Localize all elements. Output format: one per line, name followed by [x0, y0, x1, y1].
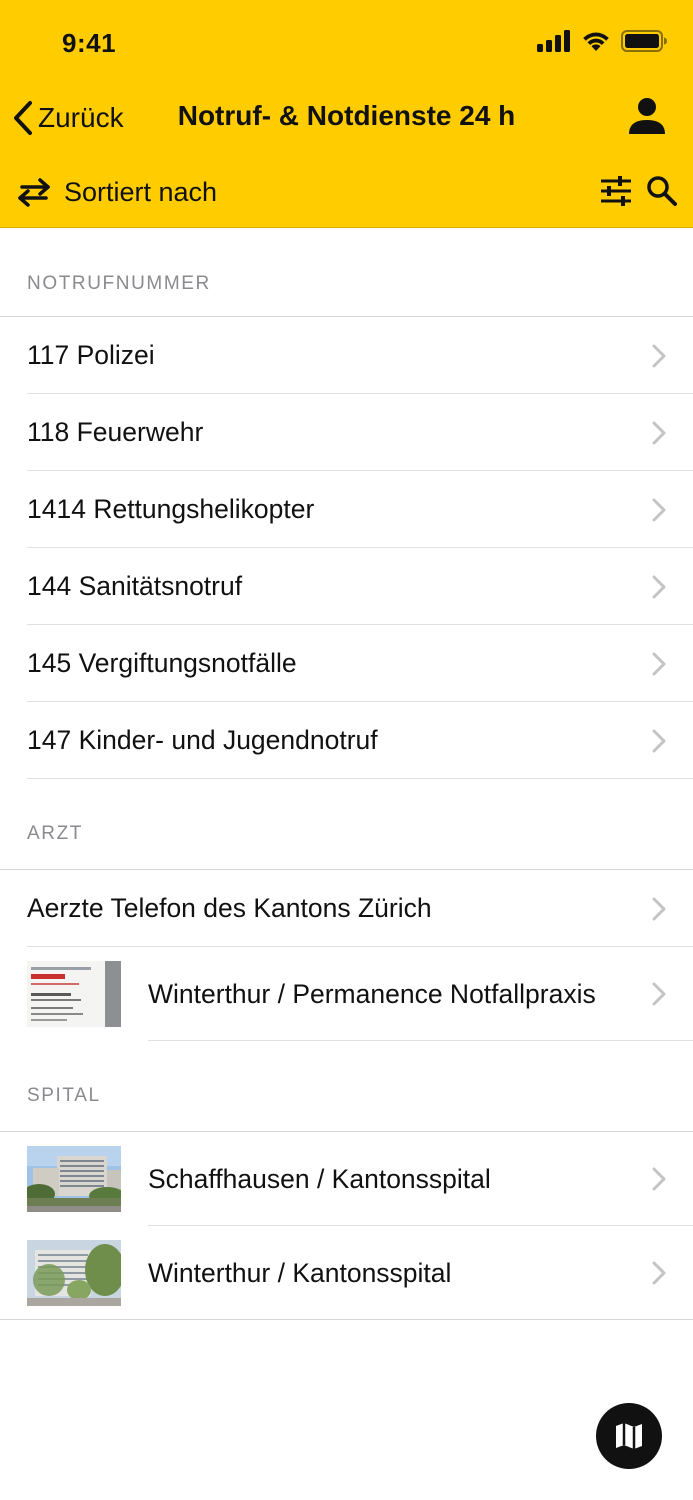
chevron-right-icon	[652, 652, 666, 675]
divider	[0, 1319, 693, 1320]
list-item-label: 145 Vergiftungsnotfälle	[27, 648, 297, 678]
map-button[interactable]	[596, 1403, 662, 1469]
map-icon	[616, 1423, 642, 1449]
list-item-aerzte-telefon[interactable]: Aerzte Telefon des Kantons Zürich	[0, 870, 693, 947]
header: 9:41 Zurück Notruf- & Notdienste 24 h So…	[0, 0, 693, 228]
list-item-winterthur-kantonsspital[interactable]: Winterthur / Kantonsspital	[0, 1226, 693, 1320]
wifi-icon	[583, 32, 609, 51]
search-button[interactable]	[645, 174, 679, 208]
thumbnail-schaffhausen	[27, 1146, 121, 1212]
back-chevron-icon	[14, 101, 32, 135]
list-item-label: 118 Feuerwehr	[27, 417, 204, 447]
chevron-right-icon	[652, 421, 666, 444]
divider	[148, 1040, 693, 1041]
swap-arrows-icon	[18, 178, 50, 207]
section-header-arzt: ARZT	[0, 779, 693, 870]
list-item-label: 144 Sanitätsnotruf	[27, 571, 243, 601]
person-icon	[629, 98, 665, 134]
chevron-right-icon	[652, 1261, 666, 1285]
list-item-118[interactable]: 118 Feuerwehr	[0, 394, 693, 471]
service-list: NOTRUFNUMMER 117 Polizei 118 Feuerwehr 1…	[0, 229, 693, 1320]
back-button[interactable]: Zurück	[12, 96, 124, 140]
sort-bar: Sortiert nach	[0, 166, 693, 218]
list-item-144[interactable]: 144 Sanitätsnotruf	[0, 548, 693, 625]
chevron-right-icon	[652, 729, 666, 752]
signal-icon	[537, 30, 570, 52]
profile-button[interactable]	[627, 96, 667, 140]
list-item-1414[interactable]: 1414 Rettungshelikopter	[0, 471, 693, 548]
list-item-label: Aerzte Telefon des Kantons Zürich	[27, 893, 432, 923]
list-item-117[interactable]: 117 Polizei	[0, 317, 693, 394]
list-item-permanence-notfallpraxis[interactable]: Winterthur / Permanence Notfallpraxis	[0, 947, 693, 1041]
chevron-right-icon	[652, 498, 666, 521]
back-label: Zurück	[38, 102, 124, 133]
thumbnail-winterthur	[27, 1240, 121, 1306]
list-item-label: 147 Kinder- und Jugendnotruf	[27, 725, 378, 755]
sort-button[interactable]: Sortiert nach	[16, 168, 217, 216]
battery-icon	[621, 30, 667, 52]
chevron-right-icon	[652, 1167, 666, 1191]
thumbnail-notfallpraxis	[27, 961, 121, 1027]
chevron-right-icon	[652, 575, 666, 598]
chevron-right-icon	[652, 897, 666, 920]
section-header-spital: SPITAL	[0, 1041, 693, 1132]
list-item-145[interactable]: 145 Vergiftungsnotfälle	[0, 625, 693, 702]
page-title: Notruf- & Notdienste 24 h	[177, 100, 516, 131]
divider	[27, 778, 693, 779]
section-header-notrufnummer: NOTRUFNUMMER	[0, 229, 693, 317]
filter-button[interactable]	[599, 174, 633, 208]
chevron-right-icon	[652, 344, 666, 367]
list-item-schaffhausen-kantonsspital[interactable]: Schaffhausen / Kantonsspital	[0, 1132, 693, 1226]
list-item-147[interactable]: 147 Kinder- und Jugendnotruf	[0, 702, 693, 779]
list-item-label: 117 Polizei	[27, 340, 155, 370]
search-icon	[647, 176, 677, 206]
chevron-right-icon	[652, 982, 666, 1006]
filter-sliders-icon	[601, 176, 631, 206]
status-icons	[537, 30, 667, 52]
list-item-label: 1414 Rettungshelikopter	[27, 494, 315, 524]
status-time: 9:41	[62, 28, 117, 58]
sort-label: Sortiert nach	[64, 176, 218, 207]
